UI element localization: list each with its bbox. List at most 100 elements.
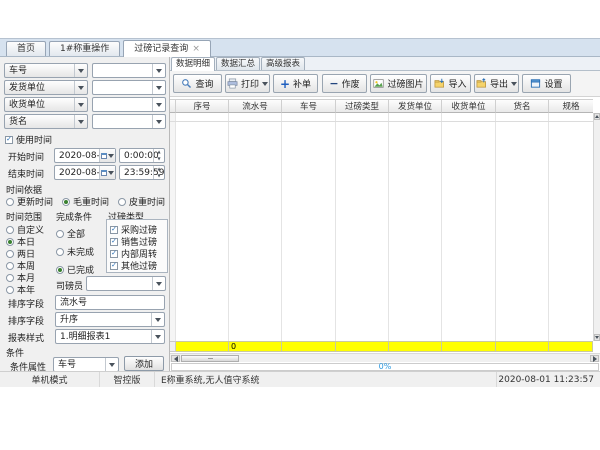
checkbox-icon: ✓	[110, 238, 118, 246]
filter-field-dropdown-receiver[interactable]: 收货单位	[4, 97, 88, 112]
sort-order-label: 排序字段	[8, 314, 44, 327]
supplement-button-label: 补单	[293, 77, 311, 90]
checkbox-other-weigh[interactable]: ✓ 其他过磅	[110, 259, 157, 272]
radio-update-time[interactable]: 更新时间	[6, 195, 53, 208]
radio-this-year[interactable]: 本年	[6, 283, 35, 296]
end-date-field[interactable]: 2020-08-01	[54, 165, 116, 180]
tab-home[interactable]: 首页	[6, 41, 46, 56]
check-icon: ✓	[111, 250, 117, 257]
chevron-down-icon	[151, 330, 164, 343]
document-tabstrip: 首页 1#称重操作 过磅记录查询 ×	[0, 39, 600, 57]
condition-label: 条件	[6, 346, 24, 359]
export-button[interactable]: 导出	[474, 74, 519, 93]
filter-value-combo-vehicle[interactable]	[92, 63, 166, 78]
radio-selected-icon	[62, 198, 70, 206]
sort-order-combo[interactable]: 升序	[55, 312, 165, 327]
tab-data-summary[interactable]: 数据汇总	[216, 57, 260, 70]
close-icon[interactable]: ×	[192, 45, 200, 54]
calendar-icon[interactable]	[99, 149, 115, 162]
settings-button[interactable]: 设置	[522, 74, 571, 93]
scroll-down-button[interactable]	[594, 334, 600, 341]
tab-advanced-report[interactable]: 高级报表	[261, 57, 305, 70]
query-button[interactable]: 查询	[173, 74, 222, 93]
scrollbar-thumb[interactable]	[181, 355, 239, 362]
filter-value-combo-shipper[interactable]	[92, 80, 166, 95]
add-condition-button[interactable]: 添加	[124, 356, 164, 371]
end-time-field[interactable]: 23:59:59 ▲▼	[119, 165, 165, 180]
radio-gross-time[interactable]: 毛重时间	[62, 195, 109, 208]
summary-cell	[442, 341, 496, 352]
time-spinner[interactable]: ▲▼	[153, 166, 164, 179]
condition-attr-combo[interactable]: 车号	[53, 357, 119, 371]
report-style-combo[interactable]: 1.明细报表1	[55, 329, 165, 344]
horizontal-scrollbar[interactable]	[170, 353, 600, 362]
grid-body[interactable]	[170, 113, 600, 341]
radio-icon	[6, 286, 14, 294]
export-icon	[476, 78, 487, 89]
settings-button-label: 设置	[544, 77, 562, 90]
radio-selected-icon	[6, 238, 14, 246]
radio-finished[interactable]: 已完成	[56, 263, 94, 276]
grid-toolbar: 查询 打印 + 补单 − 作废 过磅图片	[170, 71, 600, 97]
status-bar: 单机模式 智控版 E称重系统,无人值守系统 2020-08-01 11:23:5…	[0, 371, 600, 387]
sort-order-value: 升序	[60, 314, 78, 326]
chevron-down-icon	[152, 115, 165, 128]
sort-field-input[interactable]: 流水号	[55, 295, 165, 310]
end-time-label: 结束时间	[8, 167, 44, 180]
column-header-shipper[interactable]: 发货单位	[389, 99, 442, 113]
radio-label: 更新时间	[17, 195, 53, 208]
export-button-label: 导出	[490, 77, 508, 90]
filter-field-label: 收货单位	[9, 99, 45, 111]
filter-value-combo-receiver[interactable]	[92, 97, 166, 112]
tab-data-detail[interactable]: 数据明细	[171, 57, 215, 71]
use-time-checkbox[interactable]: ✓ 使用时间	[5, 133, 52, 146]
sort-field-label: 排序字段	[8, 297, 44, 310]
chevron-down-icon	[152, 277, 165, 290]
column-header-goods[interactable]: 货名	[496, 99, 549, 113]
sort-field-value: 流水号	[60, 297, 87, 309]
summary-count-cell: 0	[229, 341, 282, 352]
radio-label: 皮重时间	[129, 195, 165, 208]
time-spinner[interactable]: ▲▼	[153, 149, 164, 162]
start-time-field[interactable]: 0:00:00 ▲▼	[119, 148, 165, 163]
weigh-photo-button[interactable]: 过磅图片	[370, 74, 427, 93]
vertical-scrollbar[interactable]	[593, 113, 600, 341]
print-button[interactable]: 打印	[225, 74, 270, 93]
import-button-label: 导入	[448, 77, 466, 90]
tab-label: 数据汇总	[221, 59, 255, 69]
radio-tare-time[interactable]: 皮重时间	[118, 195, 165, 208]
filter-field-dropdown-goods[interactable]: 货名	[4, 114, 88, 129]
radio-icon	[56, 230, 64, 238]
radio-all[interactable]: 全部	[56, 227, 85, 240]
column-header-flow-number[interactable]: 流水号	[229, 99, 282, 113]
tab-weigh-record-query[interactable]: 过磅记录查询 ×	[123, 40, 211, 57]
radio-label: 本年	[17, 283, 35, 296]
tab-weigh-operate[interactable]: 1#称重操作	[49, 41, 120, 56]
start-date-field[interactable]: 2020-08-01	[54, 148, 116, 163]
print-button-label: 打印	[241, 77, 259, 90]
filter-field-dropdown-vehicle[interactable]: 车号	[4, 63, 88, 78]
import-button[interactable]: 导入	[430, 74, 471, 93]
summary-cell	[389, 341, 442, 352]
column-header-receiver[interactable]: 收货单位	[442, 99, 496, 113]
filter-field-dropdown-shipper[interactable]: 发货单位	[4, 80, 88, 95]
status-system-name: E称重系统,无人值守系统	[155, 372, 497, 387]
column-header-serial[interactable]: 序号	[176, 99, 229, 113]
void-order-button[interactable]: − 作废	[322, 74, 367, 93]
scroll-right-button[interactable]	[590, 355, 599, 362]
grid-header: 序号 流水号 车号 过磅类型 发货单位 收货单位 货名 规格	[170, 99, 600, 113]
summary-cell	[336, 341, 389, 352]
supplement-order-button[interactable]: + 补单	[273, 74, 318, 93]
completion-label: 完成条件	[56, 210, 92, 223]
filter-value-combo-goods[interactable]	[92, 114, 166, 129]
radio-label: 毛重时间	[73, 195, 109, 208]
data-panel: 数据明细 数据汇总 高级报表 查询 打印	[170, 57, 600, 371]
radio-unfinished[interactable]: 未完成	[56, 245, 94, 258]
scroll-up-button[interactable]	[594, 113, 600, 120]
column-header-spec[interactable]: 规格	[549, 99, 593, 113]
operator-combo[interactable]	[86, 276, 166, 291]
column-header-weigh-type[interactable]: 过磅类型	[336, 99, 389, 113]
scroll-left-button[interactable]	[171, 355, 180, 362]
column-header-vehicle[interactable]: 车号	[282, 99, 336, 113]
calendar-icon[interactable]	[99, 166, 115, 179]
